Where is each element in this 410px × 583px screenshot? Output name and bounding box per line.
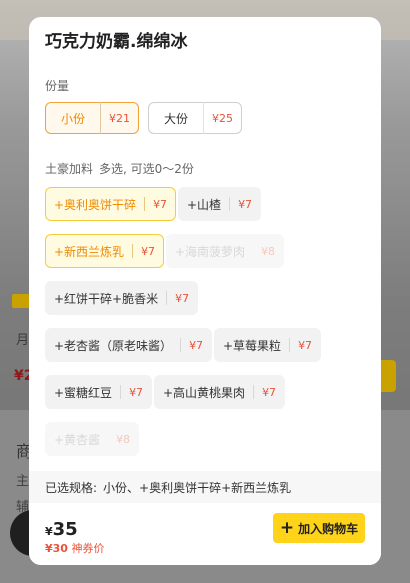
add-to-cart-label: 加入购物车 [298,521,359,536]
size-option-price: ¥25 [212,111,234,125]
topping-name: +海南菠萝肉 [175,244,246,259]
background-line-main: 主 [16,474,30,489]
topping-option[interactable]: +山楂 ¥7 [178,187,262,221]
coupon-price-label: 神券价 [71,542,105,555]
topping-option[interactable]: +蜜糖红豆 ¥7 [45,375,153,409]
topping-price: ¥7 [129,385,144,399]
topping-option[interactable]: +老杏酱（原老味酱） ¥7 [45,328,213,362]
topping-name: +红饼干碎+脆香米 [54,291,159,306]
topping-price: ¥8 [261,244,276,258]
topping-option[interactable]: +高山黄桃果肉 ¥7 [154,375,286,409]
topping-name: +高山黄桃果肉 [163,385,246,400]
topping-price: ¥7 [238,197,253,211]
toppings-hint: 多选, 可选0〜2份 [99,162,194,176]
topping-option[interactable]: +草莓果粒 ¥7 [214,328,322,362]
size-option-name: 大份 [164,111,189,126]
topping-option[interactable]: +新西兰炼乳 ¥7 [45,234,165,268]
topping-name: +黄杏酱 [54,432,101,447]
background-month-text: 月 [16,333,30,348]
size-option-price: ¥21 [109,111,131,125]
topping-name: +山楂 [187,197,222,212]
topping-name: +老杏酱（原老味酱） [54,338,173,353]
topping-name: +奥利奥饼干碎 [54,197,137,212]
product-title: 巧克力奶霸.绵绵冰 [45,32,188,52]
topping-price: ¥7 [298,338,313,352]
currency-symbol: ¥ [45,525,53,538]
topping-price: ¥8 [116,432,131,446]
topping-name: +草莓果粒 [223,338,282,353]
size-section-label: 份量 [45,79,70,93]
plus-icon: + [279,518,295,538]
selected-spec-label: 已选规格: [45,480,98,495]
background-badge [12,294,30,308]
spec-selection-modal: 巧克力奶霸.绵绵冰 份量 小份 ¥21 大份 ¥25 土豪加料 多选, 可选0〜2… [29,17,381,565]
topping-price: ¥7 [153,197,168,211]
coupon-price: ¥30 神券价 [45,540,104,556]
selected-spec-bar: 已选规格: 小份、+奥利奥饼干碎+新西兰炼乳 [29,471,381,503]
topping-option[interactable]: +红饼干碎+脆香米 ¥7 [45,281,199,315]
topping-price: ¥7 [175,291,190,305]
topping-option-disabled: +黄杏酱 ¥8 [45,422,140,456]
size-option-small[interactable]: 小份 ¥21 [45,102,140,134]
topping-option[interactable]: +奥利奥饼干碎 ¥7 [45,187,177,221]
topping-name: +蜜糖红豆 [54,385,113,400]
topping-price: ¥7 [189,338,204,352]
total-price: ¥35 [45,519,78,540]
total-price-value: 35 [52,519,78,540]
topping-price: ¥7 [262,385,277,399]
topping-price: ¥7 [141,244,156,258]
size-option-name: 小份 [61,111,86,126]
topping-option-disabled: +海南菠萝肉 ¥8 [166,234,285,268]
coupon-price-value: ¥30 [45,542,68,555]
size-option-large[interactable]: 大份 ¥25 [148,102,243,134]
toppings-label-text: 土豪加料 [45,162,94,176]
selected-spec-value: 小份、+奥利奥饼干碎+新西兰炼乳 [103,480,292,495]
modal-footer: ¥35 ¥30 神券价 + 加入购物车 [29,503,381,565]
add-to-cart-button[interactable]: + 加入购物车 [273,513,365,543]
topping-name: +新西兰炼乳 [54,244,125,259]
toppings-section-label: 土豪加料 多选, 可选0〜2份 [45,160,194,177]
